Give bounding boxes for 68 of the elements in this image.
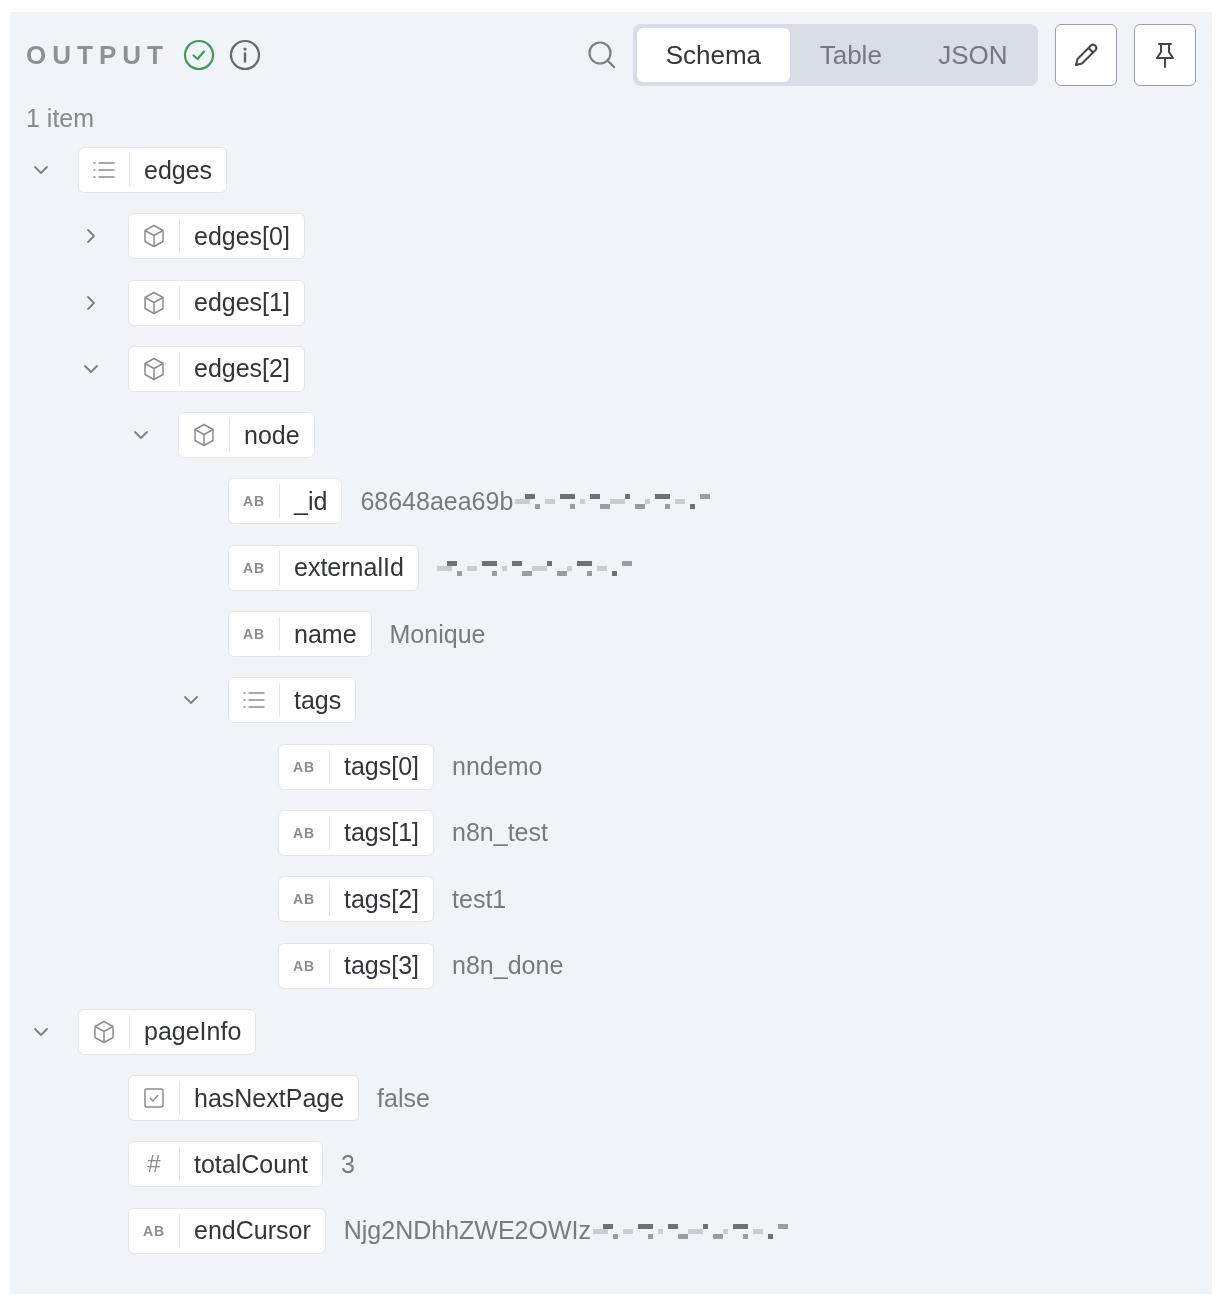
field-key: edges (130, 155, 227, 185)
schema-field[interactable]: hasNextPage (128, 1075, 360, 1122)
text-type-icon: AB (292, 957, 316, 974)
field-key: pageInfo (130, 1017, 256, 1047)
field-value: nndemo (452, 752, 543, 782)
field-value: 68648aea69b (360, 487, 514, 516)
field-value: n8n_test (452, 818, 548, 848)
success-check-icon (182, 39, 215, 71)
schema-field[interactable]: edges[2] (128, 345, 305, 392)
field-key: totalCount (180, 1149, 322, 1179)
view-tab[interactable]: Schema (637, 28, 790, 82)
schema-field[interactable]: AB tags[0] (278, 743, 435, 790)
field-key: node (230, 420, 314, 450)
field-value: false (377, 1083, 430, 1113)
cube-icon (143, 290, 165, 315)
schema-field[interactable]: AB tags[1] (278, 809, 435, 856)
schema-field[interactable]: AB endCursor (128, 1207, 326, 1254)
text-type-icon: AB (292, 891, 316, 908)
field-key: edges[0] (180, 221, 304, 251)
field-value: test1 (452, 884, 507, 914)
list-icon (243, 691, 265, 710)
text-type-icon: AB (292, 758, 316, 775)
text-type-icon: AB (142, 1222, 166, 1239)
schema-field[interactable]: AB _id (228, 478, 343, 525)
search-icon[interactable] (587, 40, 617, 70)
schema-field[interactable]: # totalCount (128, 1141, 323, 1188)
field-key: externalId (280, 553, 418, 583)
field-key: hasNextPage (180, 1083, 359, 1113)
field-key: edges[1] (180, 288, 304, 318)
text-type-icon: AB (242, 493, 266, 510)
checkbox-icon (144, 1088, 164, 1109)
field-key: name (280, 619, 371, 649)
field-key: edges[2] (180, 354, 304, 384)
item-count: 1 item (26, 104, 96, 133)
text-type-icon: AB (292, 824, 316, 841)
field-key: endCursor (180, 1216, 325, 1246)
schema-field[interactable]: edges (78, 147, 228, 193)
field-value: 3 (340, 1149, 355, 1179)
text-type-icon: AB (242, 626, 266, 643)
schema-field[interactable]: tags (228, 677, 357, 724)
cube-icon (143, 356, 165, 381)
schema-field[interactable]: AB externalId (228, 544, 419, 591)
list-icon (93, 161, 115, 179)
schema-field[interactable]: AB name (228, 611, 372, 658)
cube-icon (93, 1019, 115, 1044)
schema-field[interactable]: edges[0] (128, 213, 305, 260)
field-value: Monique (389, 619, 486, 649)
field-key: tags[1] (330, 818, 434, 848)
cube-icon (193, 423, 215, 448)
schema-field[interactable]: pageInfo (78, 1008, 257, 1055)
edit-button[interactable] (1055, 24, 1117, 86)
field-key: tags[3] (330, 951, 434, 981)
cube-icon (143, 224, 165, 249)
schema-field[interactable]: AB tags[2] (278, 876, 435, 923)
field-value: n8n_done (452, 951, 564, 981)
pin-button[interactable] (1134, 24, 1196, 86)
info-icon[interactable] (228, 39, 261, 71)
field-key: _id (280, 487, 342, 516)
schema-field[interactable]: node (178, 412, 315, 459)
field-value: Njg2NDhhZWE2OWIz (343, 1216, 591, 1246)
schema-field[interactable]: AB tags[3] (278, 942, 435, 989)
number-type-icon: # (147, 1150, 161, 1179)
field-key: tags (280, 685, 356, 715)
text-type-icon: AB (242, 559, 266, 576)
schema-field[interactable]: edges[1] (128, 279, 305, 326)
field-key: tags[0] (330, 752, 434, 782)
panel-title: OUTPUT (26, 39, 169, 71)
field-key: tags[2] (330, 884, 434, 914)
